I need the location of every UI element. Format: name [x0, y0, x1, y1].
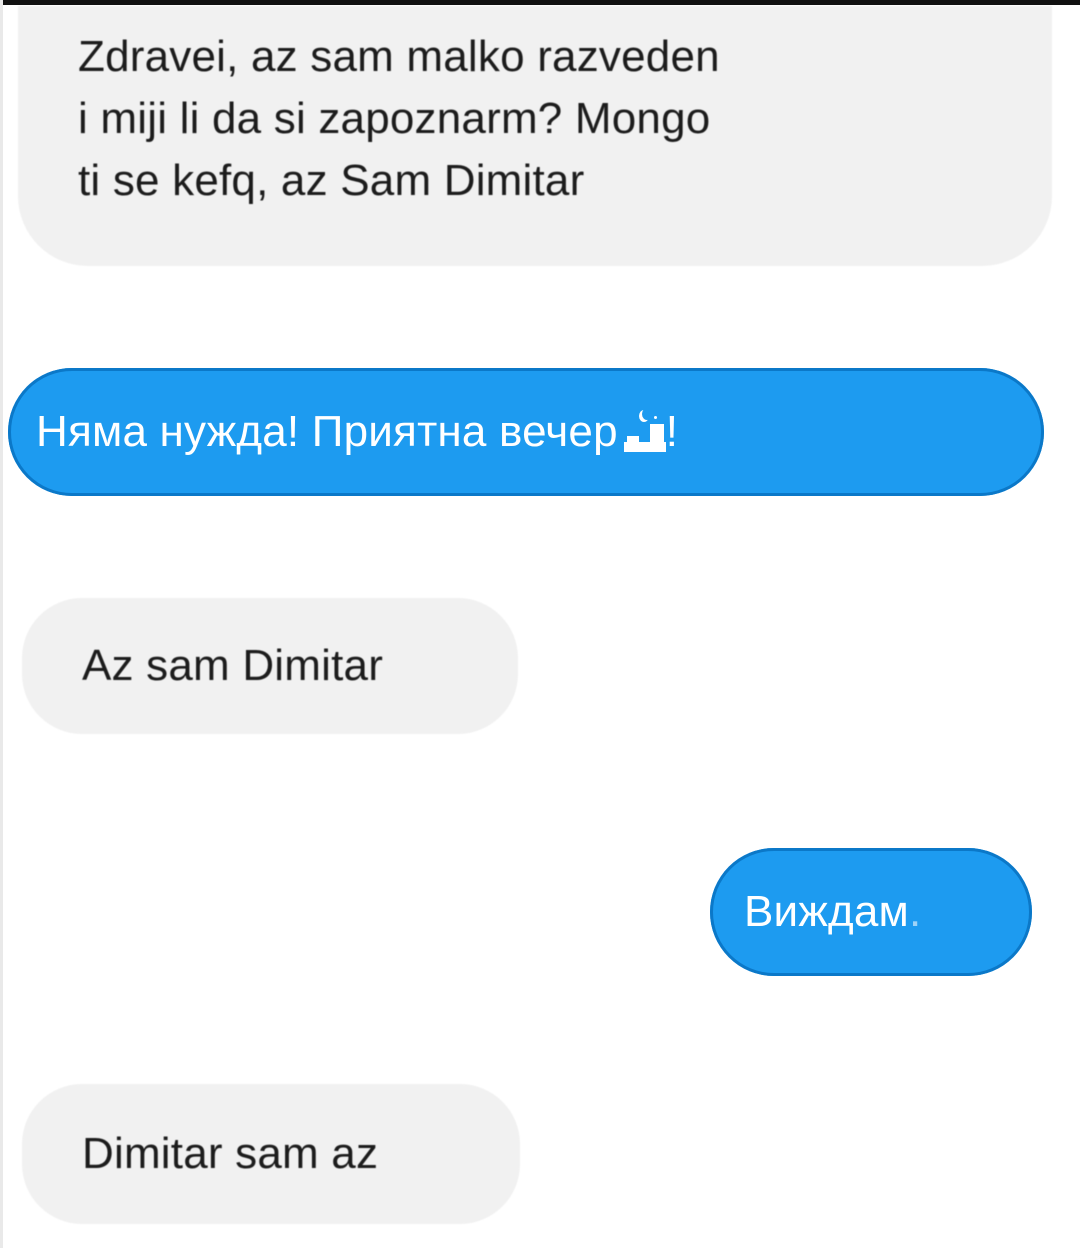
message-text: Виждам	[744, 887, 909, 936]
message-text: Dimitar sam az	[82, 1129, 379, 1178]
night-city-icon	[623, 408, 666, 452]
outgoing-message-bubble[interactable]: Няма нужда! Приятна вечер!	[8, 368, 1044, 496]
message-text: Az sam Dimitar	[82, 641, 384, 690]
message-text-suffix: !	[665, 407, 679, 456]
left-edge	[0, 0, 3, 1248]
message-text-line: Zdravei, az sam malko razveden	[78, 32, 720, 81]
outgoing-message-bubble[interactable]: Виждам.	[710, 848, 1032, 976]
incoming-message-bubble[interactable]: Dimitar sam az	[22, 1084, 520, 1224]
incoming-message-bubble[interactable]: Zdravei, az sam malko razveden i miji li…	[18, 6, 1052, 266]
message-text-suffix: .	[908, 887, 922, 936]
incoming-message-bubble[interactable]: Az sam Dimitar	[22, 598, 518, 734]
top-divider	[0, 0, 1080, 5]
message-text: Няма нужда! Приятна вечер	[36, 407, 618, 456]
message-text-line: ti se kefq, az Sam Dimitar	[78, 156, 585, 205]
message-text-line: i miji li da si zapoznarm? Mongo	[78, 94, 711, 143]
